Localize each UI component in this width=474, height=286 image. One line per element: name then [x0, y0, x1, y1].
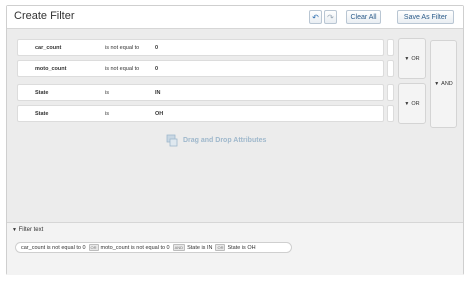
and-connector: AND — [172, 244, 186, 251]
create-filter-panel: Create Filter ↶ ↷ Clear All Save As Filt… — [6, 5, 464, 275]
condition-attribute: State — [35, 111, 49, 117]
filter-text-label: Filter text — [18, 227, 44, 233]
condition-row[interactable]: moto_count is not equal to 0 — [17, 60, 384, 77]
save-as-filter-button[interactable]: Save As Filter — [397, 10, 454, 24]
filter-text-part: car_count is not equal to 0 — [21, 244, 86, 251]
row-handle[interactable] — [387, 60, 394, 77]
undo-button[interactable]: ↶ — [309, 10, 322, 24]
caret-down-icon: ▼ — [404, 55, 410, 62]
condition-row[interactable]: State is OH — [17, 105, 384, 122]
condition-attribute: State — [35, 90, 49, 96]
redo-button[interactable]: ↷ — [324, 10, 337, 24]
condition-row[interactable]: car_count is not equal to 0 — [17, 39, 384, 56]
row-handle[interactable] — [387, 105, 394, 122]
row-handle[interactable] — [387, 39, 394, 56]
filter-text-part: State is IN — [187, 244, 213, 251]
or-label: OR — [411, 55, 420, 62]
or-group-toggle[interactable]: ▼ OR — [398, 83, 426, 124]
condition-row[interactable]: State is IN — [17, 84, 384, 101]
filter-text-section: ▼ Filter text car_count is not equal to … — [7, 222, 463, 275]
and-group-toggle[interactable]: ▼ AND — [430, 40, 457, 128]
condition-operator[interactable]: is not equal to — [105, 66, 139, 72]
redo-icon: ↷ — [327, 12, 334, 22]
or-connector: OR — [88, 244, 99, 251]
caret-down-icon: ▼ — [434, 81, 440, 87]
panel-header: Create Filter ↶ ↷ Clear All Save As Filt… — [7, 6, 463, 29]
condition-value[interactable]: OH — [155, 111, 163, 117]
or-group-toggle[interactable]: ▼ OR — [398, 38, 426, 79]
condition-value[interactable]: 0 — [155, 45, 158, 51]
condition-value[interactable]: IN — [155, 90, 161, 96]
drag-drop-icon — [166, 134, 178, 147]
panel-title: Create Filter — [14, 10, 75, 22]
filter-text-part: State is OH — [227, 244, 256, 251]
and-label: AND — [441, 81, 453, 87]
row-handle[interactable] — [387, 84, 394, 101]
condition-operator[interactable]: is not equal to — [105, 45, 139, 51]
caret-down-icon: ▼ — [12, 227, 17, 233]
filter-text-toggle[interactable]: ▼ Filter text — [12, 227, 43, 233]
dropzone-label: Drag and Drop Attributes — [183, 137, 267, 144]
clear-all-button[interactable]: Clear All — [346, 10, 381, 24]
filter-text-part: moto_count is not equal to 0 — [100, 244, 170, 251]
condition-operator[interactable]: is — [105, 111, 109, 117]
condition-attribute: car_count — [35, 45, 62, 51]
filter-text-expression: car_count is not equal to 0 OR moto_coun… — [15, 242, 292, 253]
or-connector: OR — [215, 244, 226, 251]
condition-value[interactable]: 0 — [155, 66, 158, 72]
condition-operator[interactable]: is — [105, 90, 109, 96]
attribute-dropzone[interactable]: Drag and Drop Attributes — [166, 134, 266, 147]
caret-down-icon: ▼ — [404, 100, 410, 107]
condition-attribute: moto_count — [35, 66, 67, 72]
or-label: OR — [411, 100, 420, 107]
undo-icon: ↶ — [312, 12, 319, 22]
